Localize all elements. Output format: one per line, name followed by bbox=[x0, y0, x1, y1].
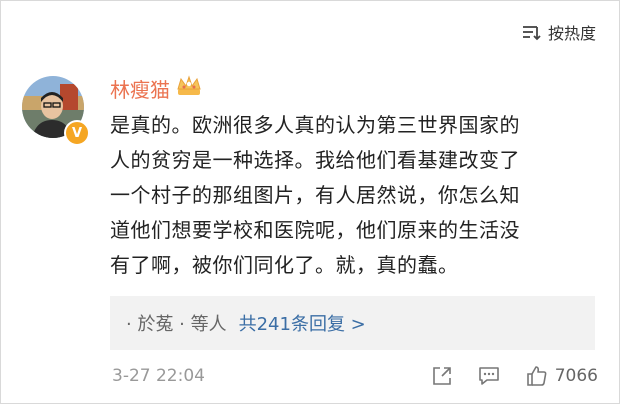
share-icon bbox=[431, 365, 453, 387]
timestamp: 3-27 22:04 bbox=[112, 366, 205, 386]
like-icon bbox=[525, 364, 549, 388]
sort-icon bbox=[522, 23, 542, 41]
comment-author[interactable]: 林瘦猫 bbox=[110, 74, 202, 103]
comment-text-line-2: 人的贫穷是一种选择。我给他们看基建改变了 bbox=[110, 148, 520, 172]
reply-users: · 於菟 · 等人 bbox=[126, 314, 227, 335]
replies-summary[interactable]: · 於菟 · 等人 共241条回复 > bbox=[110, 296, 595, 350]
sort-label: 按热度 bbox=[547, 24, 596, 43]
verified-badge: V bbox=[64, 120, 90, 146]
comment-text: 是真的。欧洲很多人真的认为第三世界国家的 人的贫穷是一种选择。我给他们看基建改变… bbox=[110, 108, 600, 283]
comment-footer: 3-27 22:04 7066 bbox=[112, 364, 598, 388]
crown-icon bbox=[176, 75, 202, 102]
comment-button[interactable] bbox=[477, 365, 501, 387]
username-text: 林瘦猫 bbox=[110, 78, 170, 102]
like-button[interactable]: 7066 bbox=[525, 364, 598, 388]
comment-text-line-4: 道他们想要学校和医院呢，他们原来的生活没 bbox=[110, 218, 520, 242]
comment-text-line-3: 一个村子的那组图片，有人居然说，你怎么知 bbox=[110, 183, 520, 207]
reply-count-link[interactable]: 共241条回复 > bbox=[239, 310, 366, 336]
comment-icon bbox=[477, 365, 501, 387]
sort-by-hot-button[interactable]: 按热度 bbox=[522, 20, 596, 44]
like-count: 7066 bbox=[554, 366, 598, 386]
comment-text-line-5: 有了啊，被你们同化了。就，真的蠢。 bbox=[110, 253, 459, 277]
comment-text-line-1: 是真的。欧洲很多人真的认为第三世界国家的 bbox=[110, 113, 520, 137]
share-button[interactable] bbox=[431, 365, 453, 387]
